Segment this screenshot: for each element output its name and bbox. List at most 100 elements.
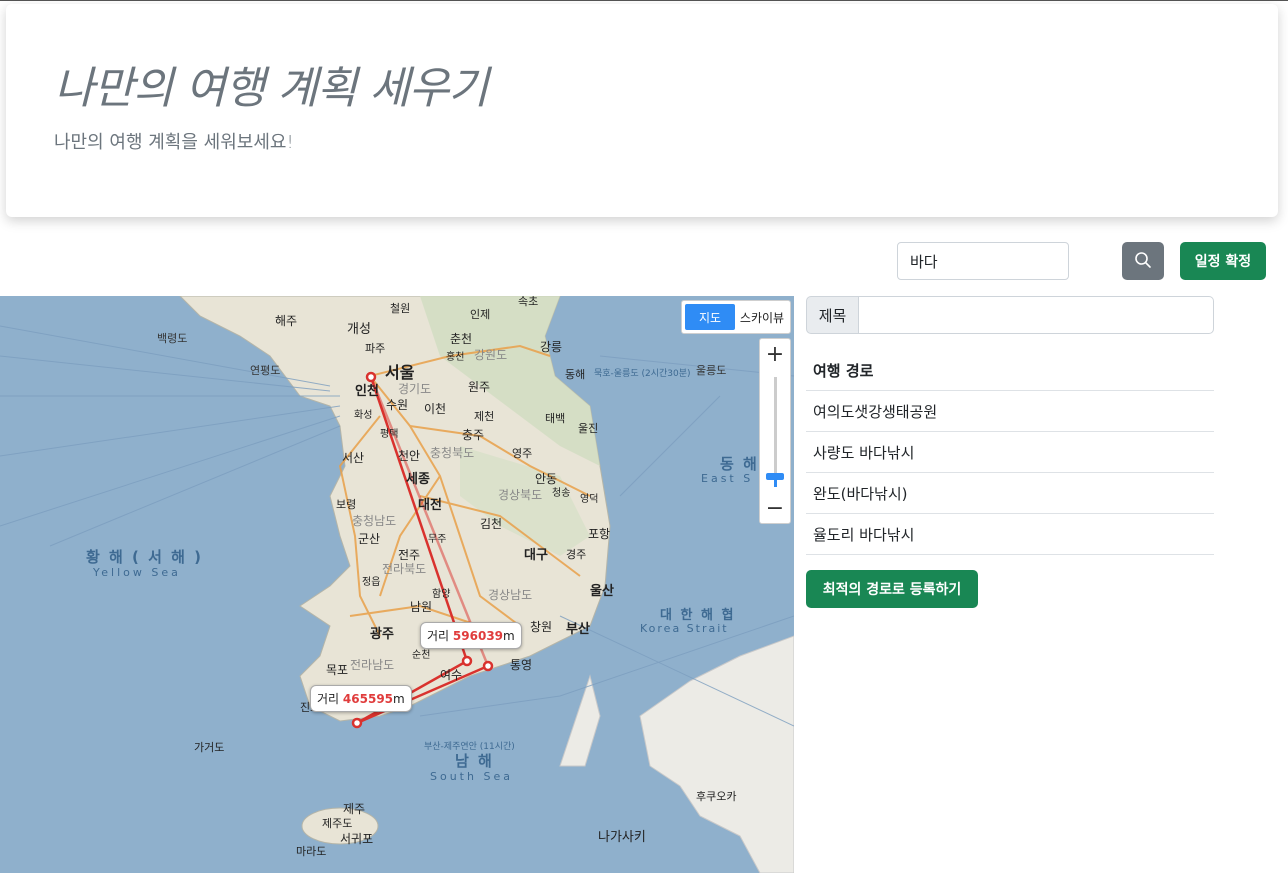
map-label: 홍천 [446,352,465,363]
map-label: 연평도 [250,364,281,377]
map-label: 인천 [355,384,379,399]
map-label: 무주 [428,534,447,545]
map-label: 대구 [524,548,548,563]
distance-value: 465595 [342,692,394,706]
map-label: 보령 [336,498,357,511]
map-label: 강원도 [474,348,508,362]
map-label: 남원 [410,600,433,614]
distance-value: 596039 [452,629,504,643]
map-label: 세종 [406,472,430,487]
map-label: 대전 [418,498,442,513]
zoom-slider-track[interactable] [774,377,777,487]
map-label: East S [701,472,754,485]
title-input[interactable] [859,296,1214,334]
map-type-roadmap-button[interactable]: 지도 [685,304,735,330]
page-title: 나만의 여행 계획 세우기 [54,63,489,114]
map-label: 서산 [342,451,365,465]
route-list: 여행 경로 여의도샛강생태공원 사량도 바다낚시 완도(바다낚시) 율도리 바다… [806,350,1214,555]
title-label: 제목 [806,296,859,334]
map-label: 황 해 ( 서 해 ) [86,548,204,566]
route-item[interactable]: 사량도 바다낚시 [806,432,1214,473]
map-label: 평택 [380,429,399,440]
map-label: 남 해 [455,752,494,770]
map-label: 전라북도 [382,562,427,576]
map-label: 마라도 [296,845,327,858]
map-label: 파주 [365,342,386,355]
route-list-header: 여행 경로 [806,350,1214,391]
map-label: 인제 [470,308,491,321]
map-label: 제천 [474,410,495,423]
confirm-schedule-button[interactable]: 일정 확정 [1180,242,1266,280]
map-label: 포항 [588,527,611,541]
distance-label: 거리 596039m [420,622,522,649]
map-label: 원주 [468,380,491,394]
map-label: 부산-제주연안 (11시간) [424,742,515,752]
route-item[interactable]: 완도(바다낚시) [806,473,1214,514]
title-input-group: 제목 [806,296,1214,334]
route-item[interactable]: 여의도샛강생태공원 [806,391,1214,432]
zoom-slider-handle[interactable] [766,473,784,480]
map-label: South Sea [430,770,513,783]
map-label: 충청남도 [352,514,397,528]
map-label: 후쿠오카 [696,790,737,803]
route-item[interactable]: 율도리 바다낚시 [806,514,1214,555]
map-label: 경상남도 [488,588,533,602]
distance-unit: m [393,692,405,706]
distance-prefix: 거리 [427,629,450,643]
map-label: 통영 [510,658,533,672]
map-label: 이천 [424,402,447,416]
zoom-in-button[interactable]: + [760,339,790,369]
map-label: 경상북도 [498,488,543,502]
map-label: 함양 [432,589,451,600]
map-label: 울산 [590,584,614,599]
map-label: 전라남도 [350,658,395,672]
map-label: 가거도 [194,741,225,754]
map-label: 청송 [552,488,571,499]
map-label: 부산 [566,622,590,637]
map-label: 김천 [480,517,503,531]
map-label: 울진 [578,422,599,435]
distance-unit: m [503,629,515,643]
distance-label: 거리 465595m [310,685,412,712]
map-label: 나가사키 [598,830,646,845]
map-label: 군산 [358,532,381,546]
map-label: 울릉도 [696,364,727,377]
map-label: Korea Strait [640,622,729,635]
map-label: 속초 [518,296,539,308]
map-label: 영주 [512,447,533,460]
map-label: 동 해 [720,455,759,473]
map-label: 태백 [545,412,566,425]
distance-prefix: 거리 [317,692,340,706]
zoom-out-button[interactable]: − [760,493,790,523]
map-label: 서귀포 [340,832,374,846]
map-label: 경기도 [398,382,432,396]
map-label: 광주 [370,627,394,642]
zoom-control: + − [759,338,791,524]
map-label: 해주 [275,314,298,328]
search-button[interactable] [1122,242,1164,280]
map-label: 수원 [386,398,409,412]
map-label: 묵호-울릉도 (2시간30분) [594,369,691,379]
map-label: 충청북도 [430,446,475,460]
map-label: 목포 [326,663,349,677]
map-label: 동해 [565,368,586,381]
map-label: 철원 [390,302,411,315]
map-label: 백령도 [157,332,188,345]
map-label: 강릉 [540,340,563,354]
map-label: 제주도 [322,817,353,830]
map-view[interactable]: 서울 인천 개성 해주 파주 철원 인제 속초 춘천 홍천 강원도 강릉 동해 … [0,296,794,873]
search-icon [1134,251,1152,272]
map-label: 천안 [398,449,421,463]
map-label: 정읍 [362,577,381,588]
register-optimal-route-button[interactable]: 최적의 경로로 등록하기 [806,570,978,608]
page-subtitle: 나만의 여행 계획을 세워보세요! [54,132,294,153]
map-label: 개성 [347,322,371,337]
map-label: 대 한 해 협 [660,608,736,623]
map-type-control: 지도 스카이뷰 [681,300,791,334]
map-type-skyview-button[interactable]: 스카이뷰 [737,304,787,330]
map-label: 화성 [354,410,373,421]
map-label: 춘천 [450,332,473,346]
top-border [0,0,1288,1]
search-input[interactable] [897,242,1069,280]
map-label: 창원 [530,620,553,634]
